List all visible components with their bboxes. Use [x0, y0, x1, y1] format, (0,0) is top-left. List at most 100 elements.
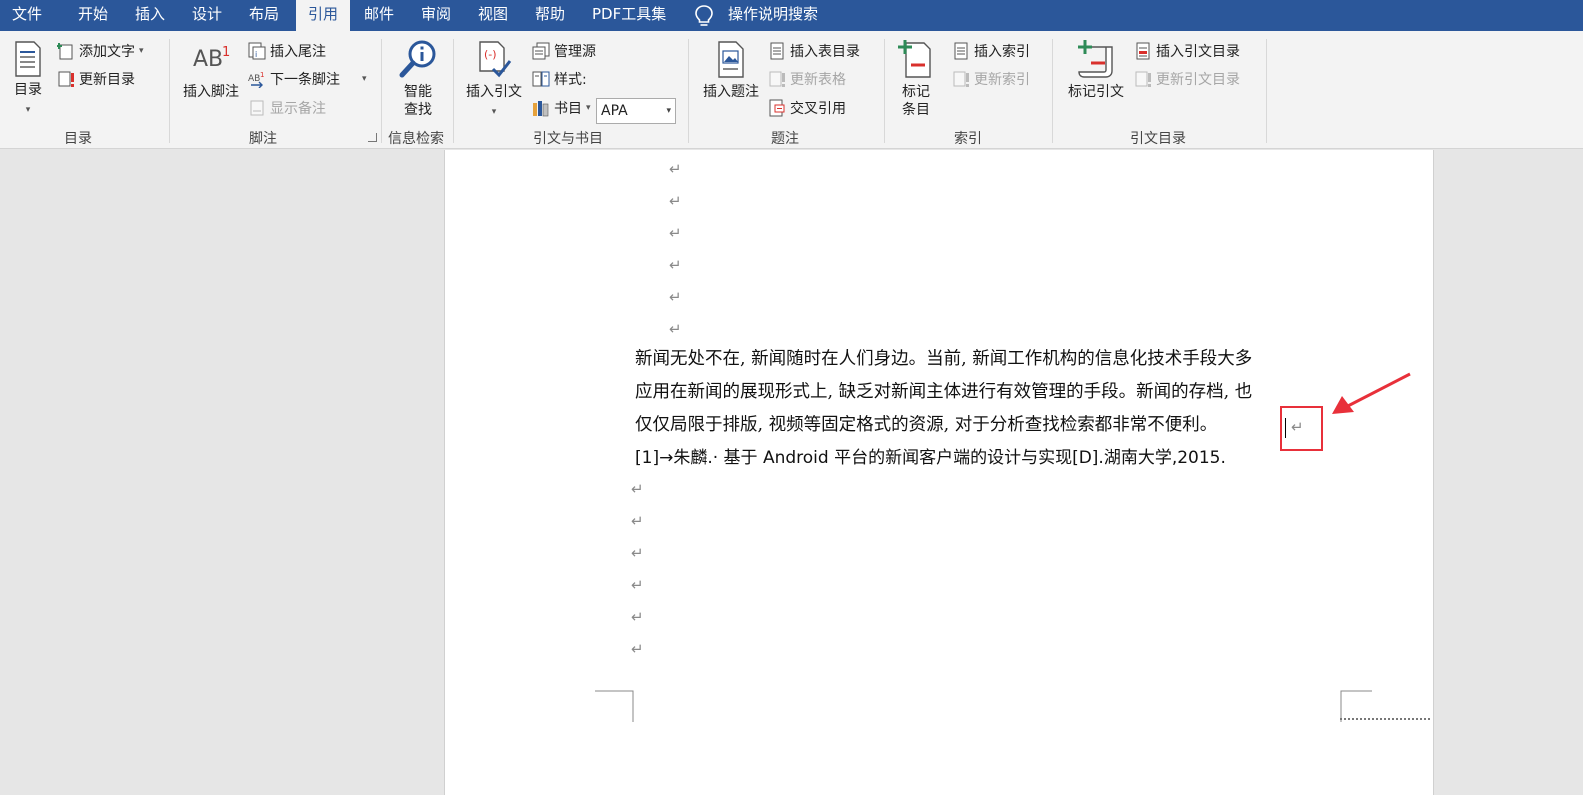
group-label-captions: 题注	[771, 131, 799, 147]
tab-pdf-tools[interactable]: PDF工具集	[592, 0, 666, 31]
document-canvas: ↵ ↵ ↵ ↵ ↵ ↵ 新闻无处不在, 新闻随时在人们身边。当前, 新闻工作机构…	[0, 150, 1583, 795]
bibliography-icon	[533, 101, 549, 117]
add-text-button[interactable]: 添加文字 ▾	[57, 40, 144, 62]
divider	[169, 39, 170, 143]
tab-references[interactable]: 引用	[296, 0, 351, 31]
tab-view[interactable]: 视图	[478, 0, 508, 31]
svg-text:(-): (-)	[484, 48, 497, 61]
smart-lookup-button[interactable]: 智能 查找	[395, 39, 441, 119]
bibliography-button[interactable]: 书目 ▾	[532, 97, 591, 119]
ribbon-references: 目录 ▾ 添加文字 ▾ 更新目录 目录 AB 1 插入脚注 i 插入尾注 AB 1 下…	[0, 31, 1583, 149]
svg-text:i: i	[255, 50, 257, 59]
group-label-toc: 目录	[64, 131, 92, 147]
group-label-footnotes: 脚注	[249, 131, 277, 147]
update-table-button[interactable]: 更新表格	[768, 68, 846, 90]
insert-toa-button[interactable]: 插入引文目录	[1134, 40, 1240, 62]
tab-design[interactable]: 设计	[192, 0, 222, 31]
paragraph-mark: ↵	[669, 256, 682, 274]
paragraph-mark: ↵	[631, 480, 644, 498]
insert-index-icon	[954, 42, 968, 60]
insert-citation-icon: (-)	[479, 41, 512, 78]
tab-help[interactable]: 帮助	[535, 0, 565, 31]
tab-file[interactable]: 文件	[12, 0, 42, 31]
add-text-icon	[57, 43, 73, 60]
magnifier-icon	[399, 40, 436, 78]
mark-entry-button[interactable]: 标记 条目	[895, 39, 937, 119]
divider	[1052, 39, 1053, 143]
svg-text:1: 1	[260, 71, 264, 79]
cross-reference-icon	[769, 99, 785, 117]
update-toc-button[interactable]: 更新目录	[57, 68, 135, 90]
next-footnote-button[interactable]: AB 1 下一条脚注 ▾	[248, 68, 367, 90]
paragraph-mark: ↵	[669, 192, 682, 210]
svg-text:AB: AB	[248, 74, 260, 84]
paragraph-mark: ↵	[631, 576, 644, 594]
divider	[1266, 39, 1267, 143]
body-text-line[interactable]: 仅仅局限于排版, 视频等固定格式的资源, 对于分析查找检索都非常不便利。	[635, 409, 1217, 442]
tab-mailings[interactable]: 邮件	[364, 0, 394, 31]
paragraph-mark: ↵	[631, 640, 644, 658]
show-notes-button[interactable]: 显示备注	[248, 97, 326, 119]
highlight-box	[1280, 406, 1323, 451]
divider	[688, 39, 689, 143]
divider	[381, 39, 382, 143]
table-of-figures-icon	[770, 42, 784, 60]
dotted-leader	[1340, 718, 1430, 720]
mark-citation-icon	[1078, 40, 1113, 78]
insert-citation-button[interactable]: (-) 插入引文 ▾	[463, 41, 525, 121]
toc-icon	[15, 41, 41, 77]
group-label-research: 信息检索	[388, 131, 444, 147]
paragraph-mark: ↵	[669, 288, 682, 306]
body-text-line[interactable]: 新闻无处不在, 新闻随时在人们身边。当前, 新闻工作机构的信息化技术手段大多	[635, 343, 1252, 376]
paragraph-mark: ↵	[631, 608, 644, 626]
document-page[interactable]: ↵ ↵ ↵ ↵ ↵ ↵ 新闻无处不在, 新闻随时在人们身边。当前, 新闻工作机构…	[444, 150, 1434, 795]
footnote-dialog-launcher[interactable]	[368, 133, 377, 142]
paragraph-mark: ↵	[631, 512, 644, 530]
group-label-citations: 引文与书目	[533, 131, 603, 147]
update-table-icon	[769, 71, 785, 87]
insert-endnote-button[interactable]: i 插入尾注	[248, 40, 326, 62]
ribbon-tab-bar: 文件 开始 插入 设计 布局 引用 邮件 审阅 视图 帮助 PDF工具集 操作说…	[0, 0, 1583, 31]
manage-sources-button[interactable]: 管理源	[532, 40, 596, 62]
tell-me-search[interactable]: 操作说明搜索	[728, 0, 818, 31]
insert-caption-button[interactable]: 插入题注	[700, 41, 762, 101]
endnote-icon: i	[248, 42, 266, 60]
tab-review[interactable]: 审阅	[421, 0, 451, 31]
style-icon	[532, 71, 550, 87]
update-index-button[interactable]: 更新索引	[952, 68, 1030, 90]
chevron-down-icon: ▾	[666, 106, 671, 116]
update-index-icon	[953, 71, 969, 87]
group-label-index: 索引	[954, 131, 982, 147]
group-label-toa: 引文目录	[1130, 131, 1186, 147]
tab-layout[interactable]: 布局	[249, 0, 279, 31]
update-toa-button[interactable]: 更新引文目录	[1134, 68, 1240, 90]
footnote-icon: AB 1	[193, 45, 231, 72]
insert-caption-icon	[718, 41, 744, 78]
paragraph-mark: ↵	[669, 224, 682, 242]
tab-insert[interactable]: 插入	[135, 0, 165, 31]
divider	[884, 39, 885, 143]
insert-footnote-button[interactable]: AB 1 插入脚注	[180, 41, 242, 101]
mark-entry-icon	[898, 40, 931, 78]
citation-style-label: 样式:	[532, 68, 587, 90]
annotation-arrow-icon	[1332, 372, 1411, 414]
update-toa-icon	[1135, 71, 1151, 87]
paragraph-mark: ↵	[669, 160, 682, 178]
insert-table-of-figures-button[interactable]: 插入表目录	[768, 40, 860, 62]
crop-mark-left	[595, 690, 634, 722]
reference-entry[interactable]: [1]→朱麟.· 基于 Android 平台的新闻客户端的设计与实现[D].湖南…	[635, 443, 1226, 473]
show-notes-icon	[250, 100, 264, 116]
next-footnote-icon: AB 1	[248, 71, 264, 88]
body-text-line[interactable]: 应用在新闻的展现形式上, 缺乏对新闻主体进行有效管理的手段。新闻的存档, 也	[635, 376, 1252, 409]
toc-button[interactable]: 目录 ▾	[8, 41, 48, 119]
divider	[453, 39, 454, 143]
manage-sources-icon	[532, 42, 550, 60]
mark-citation-button[interactable]: 标记引文	[1064, 39, 1128, 101]
cross-reference-button[interactable]: 交叉引用	[768, 97, 846, 119]
paragraph-mark: ↵	[669, 320, 682, 338]
citation-style-dropdown[interactable]: APA ▾	[596, 98, 676, 124]
tab-home[interactable]: 开始	[78, 0, 108, 31]
insert-index-button[interactable]: 插入索引	[952, 40, 1030, 62]
update-toc-icon	[58, 71, 74, 87]
paragraph-mark: ↵	[631, 544, 644, 562]
